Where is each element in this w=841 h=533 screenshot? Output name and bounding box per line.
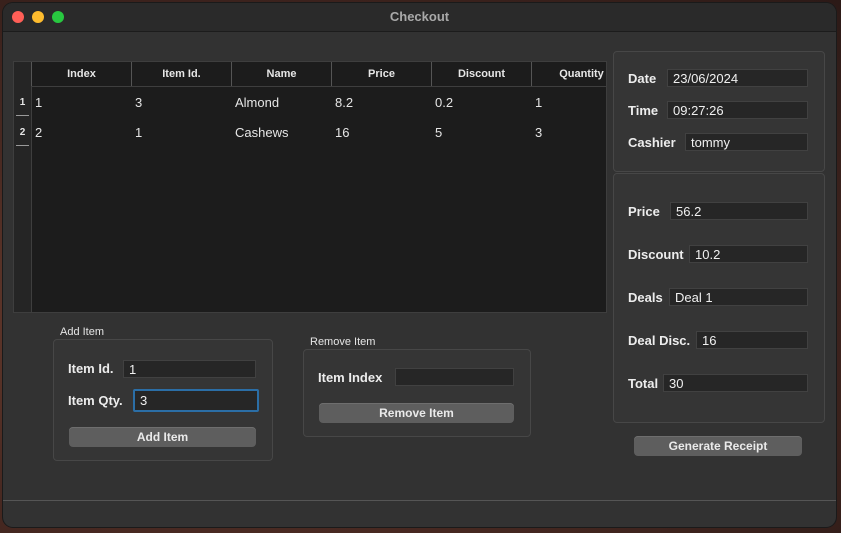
table-row[interactable]: 2 1 Cashews 16 5 3 [31,118,606,148]
total-field[interactable]: 30 [663,374,808,392]
deal-disc-field[interactable]: 16 [696,331,808,349]
item-qty-input[interactable]: 3 [133,389,259,412]
table-cell[interactable]: 8.2 [331,88,431,118]
table-cell[interactable]: Cashews [231,118,331,148]
items-table[interactable]: Index Item Id. Name Price Discount Quant… [13,61,607,313]
item-index-label: Item Index [318,370,383,385]
item-id-label: Item Id. [68,361,114,376]
table-row[interactable]: 1 3 Almond 8.2 0.2 1 [31,88,606,118]
time-label: Time [628,103,659,118]
row-number[interactable]: 2 [14,118,31,148]
discount-field[interactable]: 10.2 [689,245,808,263]
deals-label: Deals [628,290,663,305]
table-cell[interactable]: 2 [31,118,131,148]
total-label: Total [628,376,659,391]
price-label: Price [628,204,660,219]
table-cell[interactable]: 3 [131,88,231,118]
generate-receipt-button[interactable]: Generate Receipt [634,436,802,456]
table-cell[interactable]: 3 [531,118,606,148]
table-cell[interactable]: 0.2 [431,88,531,118]
date-field[interactable]: 23/06/2024 [667,69,808,87]
column-header-index[interactable]: Index [31,62,131,86]
receipt-info-panel: Date 23/06/2024 Time 09:27:26 Cashier to… [613,51,825,172]
window-title: Checkout [389,9,450,24]
remove-item-button[interactable]: Remove Item [319,403,514,423]
checkout-window: Checkout Index Item Id. Name Price Disco… [3,3,836,527]
table-cell[interactable]: 1 [131,118,231,148]
add-item-group-label: Add Item [60,326,105,338]
column-header-discount[interactable]: Discount [431,62,531,86]
remove-item-group: Item Index Remove Item [303,349,531,437]
table-cell[interactable]: 1 [531,88,606,118]
add-item-button[interactable]: Add Item [69,427,256,447]
discount-label: Discount [628,247,684,262]
cashier-label: Cashier [628,135,676,150]
deal-disc-label: Deal Disc. [628,333,691,348]
item-qty-label: Item Qty. [68,393,123,408]
cashier-field[interactable]: tommy [685,133,808,151]
table-cell[interactable]: 1 [31,88,131,118]
date-label: Date [628,71,657,86]
status-bar-divider [3,500,836,501]
remove-item-group-label: Remove Item [310,336,376,348]
table-cell[interactable]: 16 [331,118,431,148]
column-header-item-id[interactable]: Item Id. [131,62,231,86]
column-header-quantity[interactable]: Quantity [531,62,606,86]
title-bar: Checkout [3,3,836,32]
time-field[interactable]: 09:27:26 [667,101,808,119]
table-header: Index Item Id. Name Price Discount Quant… [31,62,606,87]
totals-panel: Price 56.2 Discount 10.2 Deals Deal 1 De… [613,173,825,423]
table-cell[interactable]: Almond [231,88,331,118]
item-id-input[interactable]: 1 [123,360,256,378]
item-index-input[interactable] [395,368,514,386]
column-header-price[interactable]: Price [331,62,431,86]
deals-field[interactable]: Deal 1 [669,288,808,306]
column-header-name[interactable]: Name [231,62,331,86]
price-field[interactable]: 56.2 [670,202,808,220]
row-number[interactable]: 1 [14,88,31,118]
table-cell[interactable]: 5 [431,118,531,148]
add-item-group: Item Id. 1 Item Qty. 3 Add Item [53,339,273,461]
